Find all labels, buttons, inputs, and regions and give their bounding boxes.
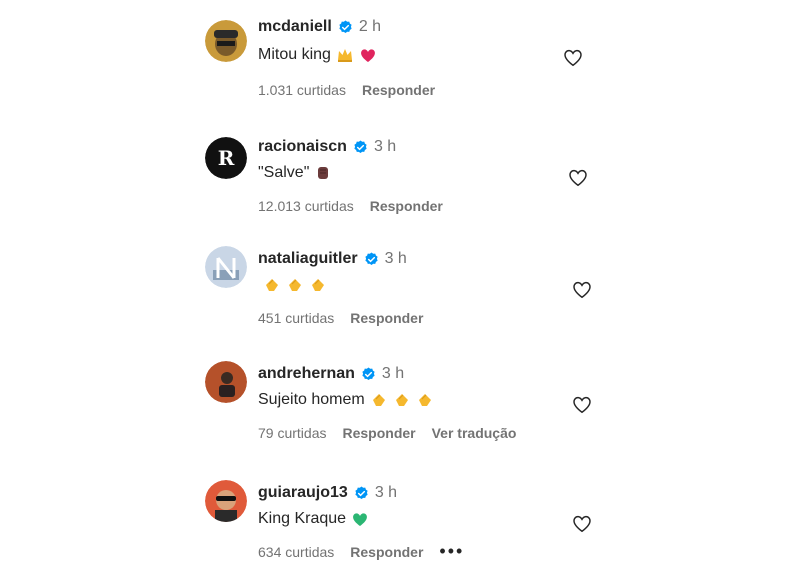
like-heart-icon[interactable]	[571, 393, 593, 415]
avatar[interactable]	[205, 480, 247, 522]
avatar[interactable]	[205, 20, 247, 62]
comment-item: mcdaniell 2 h Mitou king 1.031 curtidas …	[0, 8, 800, 108]
like-heart-icon[interactable]	[567, 166, 589, 188]
green-heart-icon	[351, 510, 369, 528]
username[interactable]: andrehernan	[258, 365, 355, 383]
username[interactable]: mcdaniell	[258, 18, 332, 36]
username[interactable]: guiaraujo13	[258, 484, 348, 502]
verified-badge-icon	[338, 19, 353, 35]
see-translation-button[interactable]: Ver tradução	[432, 425, 517, 441]
avatar[interactable]	[205, 246, 247, 288]
like-count[interactable]: 1.031 curtidas	[258, 82, 346, 98]
crown-icon	[336, 46, 354, 64]
comment-text: Mitou king	[258, 46, 331, 63]
comment-time: 3 h	[384, 250, 407, 267]
like-count[interactable]: 12.013 curtidas	[258, 198, 354, 214]
verified-badge-icon	[353, 139, 368, 155]
avatar[interactable]	[205, 361, 247, 403]
reply-button[interactable]: Responder	[370, 198, 443, 214]
svg-text:R: R	[218, 146, 235, 170]
comment-text: Sujeito homem	[258, 391, 365, 408]
like-heart-icon[interactable]	[571, 512, 593, 534]
clapping-hands-icon	[309, 276, 327, 294]
comment-time: 3 h	[381, 365, 405, 382]
reply-button[interactable]: Responder	[362, 82, 435, 98]
comment-text: "Salve"	[258, 164, 310, 181]
clapping-hands-icon	[370, 391, 388, 409]
raised-fist-icon	[314, 164, 332, 182]
like-heart-icon[interactable]	[562, 46, 584, 68]
like-count[interactable]: 79 curtidas	[258, 425, 326, 441]
verified-badge-icon	[361, 366, 376, 382]
username[interactable]: nataliaguitler	[258, 250, 358, 268]
clapping-hands-icon	[393, 391, 411, 409]
like-heart-icon[interactable]	[571, 278, 593, 300]
comment-text: King Kraque	[258, 510, 347, 527]
comment-item: nataliaguitler 3 h 451 curtidas Responde…	[0, 240, 800, 340]
comment-time: 2 h	[358, 18, 382, 35]
reply-button[interactable]: Responder	[350, 544, 423, 560]
more-options-button[interactable]: •••	[439, 542, 464, 560]
clapping-hands-icon	[263, 276, 281, 294]
comment-time: 3 h	[373, 138, 397, 155]
comment-time: 3 h	[374, 484, 398, 501]
reply-button[interactable]: Responder	[350, 310, 423, 326]
comment-item: andrehernan 3 h Sujeito homem 79 curtida…	[0, 355, 800, 455]
comment-item: guiaraujo13 3 h King Kraque 634 curtidas…	[0, 474, 800, 574]
avatar[interactable]: R	[205, 137, 247, 179]
red-heart-icon	[359, 46, 377, 64]
username[interactable]: racionaiscn	[258, 138, 347, 156]
verified-badge-icon	[364, 251, 379, 267]
reply-button[interactable]: Responder	[342, 425, 415, 441]
verified-badge-icon	[354, 485, 369, 501]
like-count[interactable]: 634 curtidas	[258, 544, 334, 560]
like-count[interactable]: 451 curtidas	[258, 310, 334, 326]
clapping-hands-icon	[286, 276, 304, 294]
clapping-hands-icon	[416, 391, 434, 409]
comment-item: R racionaiscn 3 h "Salve" 12.013 curtida…	[0, 128, 800, 228]
